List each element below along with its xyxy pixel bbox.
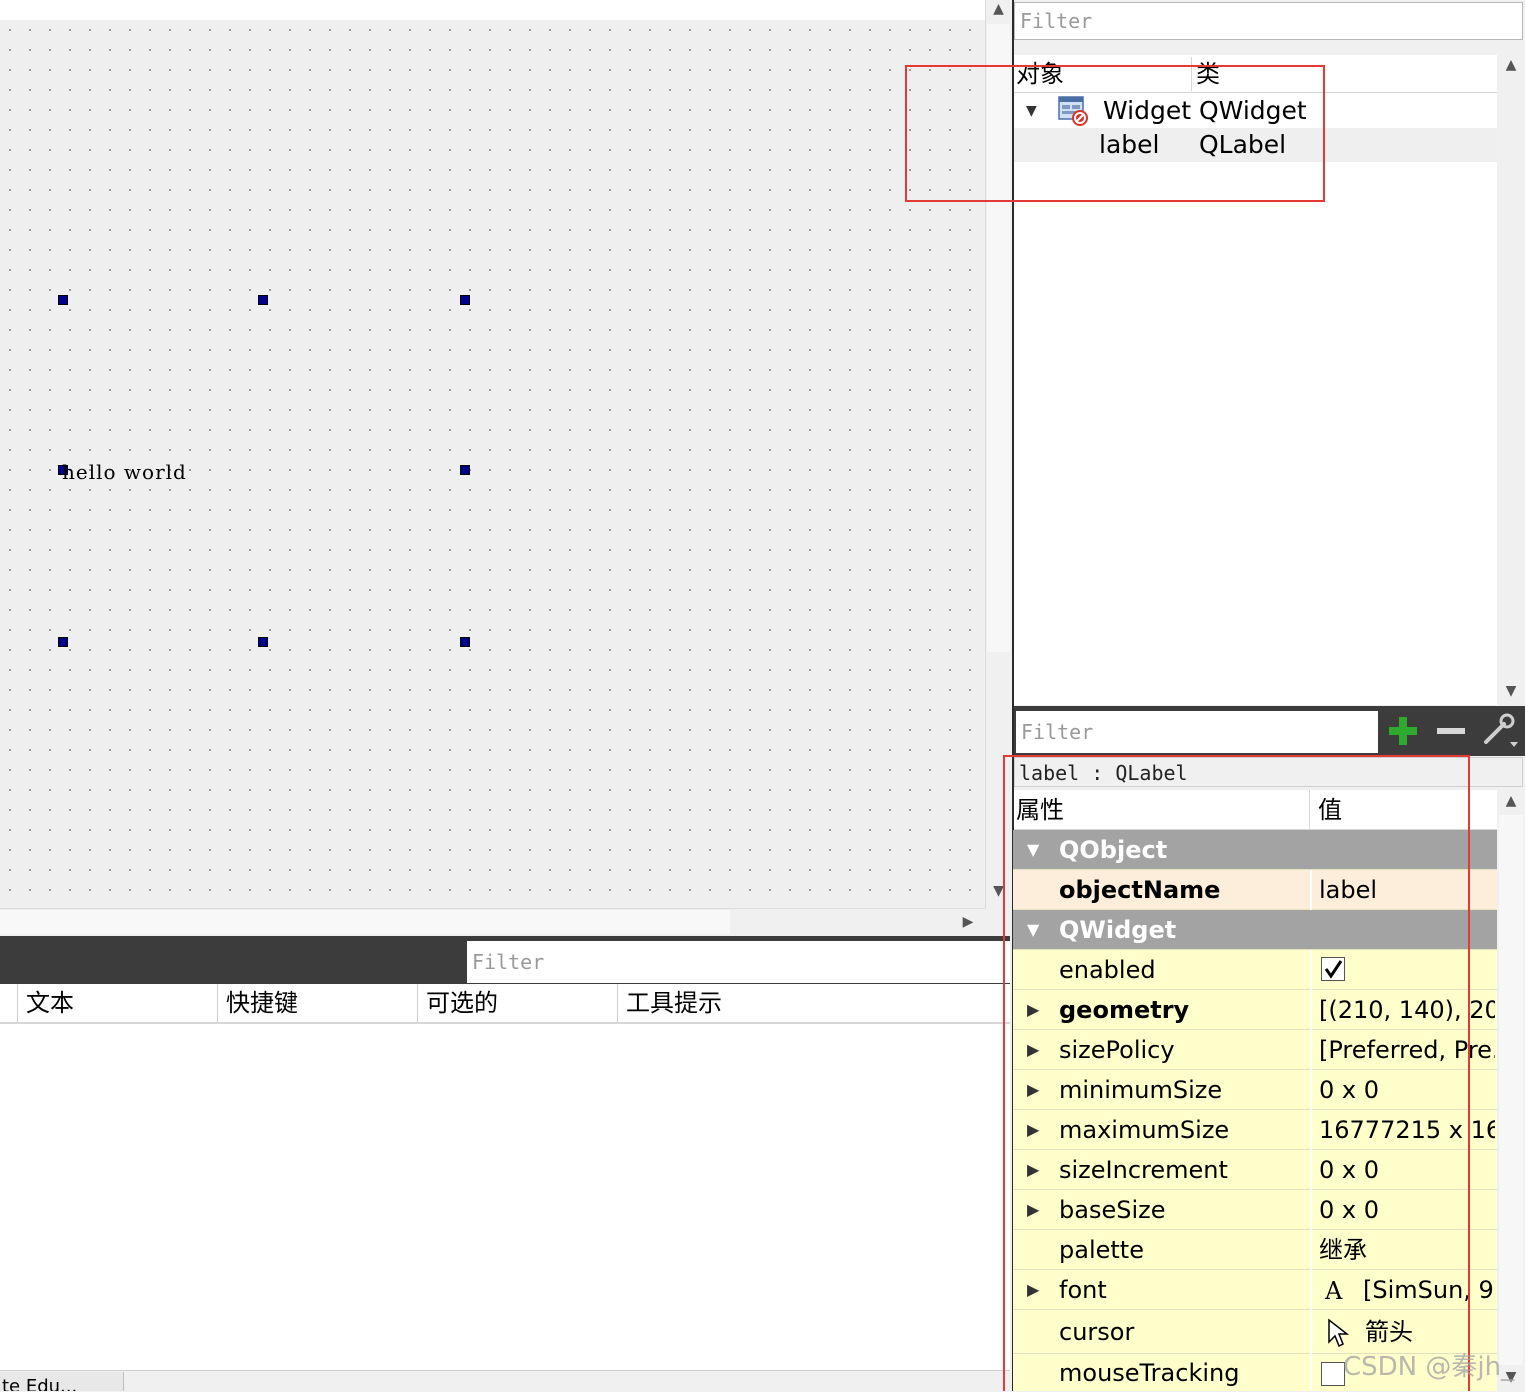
remove-property-icon[interactable] xyxy=(1434,714,1468,748)
prop-scroll-up-icon[interactable]: ▲ xyxy=(1497,792,1525,812)
resize-handle-br[interactable] xyxy=(460,637,470,647)
object-tree-vscrollbar[interactable] xyxy=(1497,55,1525,705)
action-list[interactable] xyxy=(0,1024,1010,1370)
property-vscroll-thumb[interactable] xyxy=(1499,815,1523,1365)
watermark-text: CSDN @秦jh_ xyxy=(1343,1352,1515,1382)
action-col-spacer xyxy=(0,984,18,1022)
highlight-box-object-inspector xyxy=(905,65,1325,202)
wrench-icon[interactable] xyxy=(1480,712,1520,750)
property-filter-input[interactable]: Filter xyxy=(1016,711,1378,753)
object-filter-input[interactable]: Filter xyxy=(1014,2,1523,40)
resize-handle-tl[interactable] xyxy=(58,295,68,305)
action-table-header: 文本 快捷键 可选的 工具提示 xyxy=(0,984,1010,1024)
bottom-tab[interactable]: te Edu... xyxy=(0,1372,124,1391)
action-col-tooltip[interactable]: 工具提示 xyxy=(618,984,1010,1022)
action-col-shortcut[interactable]: 快捷键 xyxy=(218,984,418,1022)
scroll-right-icon[interactable]: ▶ xyxy=(955,910,981,934)
tree-scroll-down-icon[interactable]: ▼ xyxy=(1497,682,1525,702)
resize-handle-tr[interactable] xyxy=(460,295,470,305)
highlight-box-property-editor xyxy=(1003,755,1470,1391)
bottom-tab-bar xyxy=(0,1370,1010,1391)
action-col-checkable[interactable]: 可选的 xyxy=(418,984,618,1022)
tree-scroll-up-icon[interactable]: ▲ xyxy=(1497,56,1525,76)
action-col-text[interactable]: 文本 xyxy=(18,984,218,1022)
canvas-hscroll-thumb[interactable] xyxy=(0,910,730,934)
resize-handle-bm[interactable] xyxy=(258,637,268,647)
resize-handle-bl[interactable] xyxy=(58,637,68,647)
scroll-up-icon[interactable]: ▲ xyxy=(985,0,1012,22)
resize-handle-mr[interactable] xyxy=(460,465,470,475)
hello-label[interactable]: hello world xyxy=(62,460,187,484)
resize-handle-tm[interactable] xyxy=(258,295,268,305)
action-filter-input[interactable]: Filter xyxy=(467,941,1010,983)
add-property-icon[interactable] xyxy=(1386,714,1420,748)
